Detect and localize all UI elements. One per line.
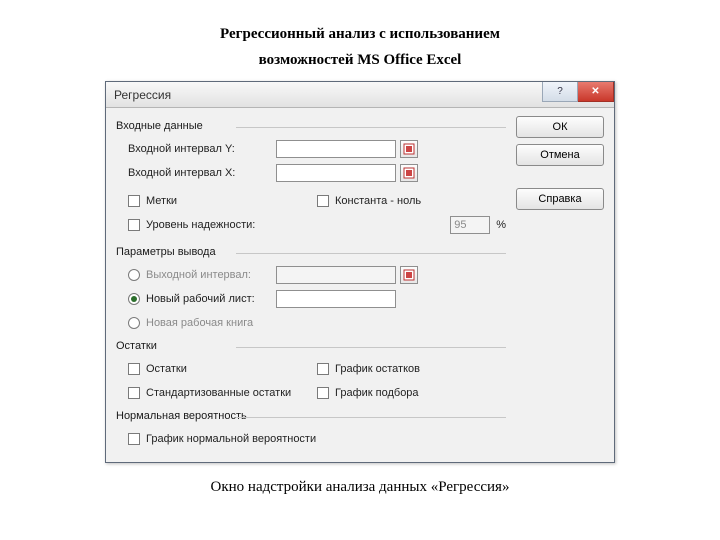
y-range-input[interactable] xyxy=(276,140,396,158)
close-icon[interactable]: ✕ xyxy=(578,82,614,102)
const-zero-checkbox[interactable] xyxy=(317,195,329,207)
output-range-radio[interactable] xyxy=(128,269,140,281)
group-input-header: Входные данные xyxy=(116,120,506,132)
output-range-label: Выходной интервал: xyxy=(146,269,251,281)
residuals-label: Остатки xyxy=(146,363,187,375)
confidence-checkbox[interactable] xyxy=(128,219,140,231)
percent-label: % xyxy=(496,219,506,231)
new-book-label: Новая рабочая книга xyxy=(146,317,253,329)
refedit-icon[interactable] xyxy=(400,164,418,182)
residuals-checkbox[interactable] xyxy=(128,363,140,375)
group-output-header: Параметры вывода xyxy=(116,246,506,258)
new-sheet-radio[interactable] xyxy=(128,293,140,305)
help-button[interactable]: Справка xyxy=(516,188,604,210)
regression-dialog: Регрессия ? ✕ Входные данные Входной инт… xyxy=(105,81,615,463)
refedit-icon[interactable] xyxy=(400,140,418,158)
new-book-radio[interactable] xyxy=(128,317,140,329)
titlebar-controls: ? ✕ xyxy=(542,82,614,107)
refedit-icon[interactable] xyxy=(400,266,418,284)
const-zero-label: Константа - ноль xyxy=(335,195,421,207)
y-range-label: Входной интервал Y: xyxy=(116,143,276,155)
normal-plot-checkbox[interactable] xyxy=(128,433,140,445)
page-title-line2: возможностей MS Office Excel xyxy=(0,48,720,74)
figure-caption: Окно надстройки анализа данных «Регресси… xyxy=(0,479,720,496)
group-residuals-header: Остатки xyxy=(116,340,506,352)
std-residuals-label: Стандартизованные остатки xyxy=(146,387,291,399)
residuals-plot-label: График остатков xyxy=(335,363,420,375)
output-range-input[interactable] xyxy=(276,266,396,284)
ok-button[interactable]: ОК xyxy=(516,116,604,138)
confidence-input[interactable] xyxy=(450,216,490,234)
residuals-plot-checkbox[interactable] xyxy=(317,363,329,375)
page-title-line1: Регрессионный анализ с использованием xyxy=(0,22,720,48)
x-range-label: Входной интервал X: xyxy=(116,167,276,179)
fit-plot-label: График подбора xyxy=(335,387,419,399)
labels-checkbox-label: Метки xyxy=(146,195,177,207)
titlebar: Регрессия ? ✕ xyxy=(106,82,614,108)
labels-checkbox[interactable] xyxy=(128,195,140,207)
new-sheet-label: Новый рабочий лист: xyxy=(146,293,255,305)
x-range-input[interactable] xyxy=(276,164,396,182)
normal-plot-label: График нормальной вероятности xyxy=(146,433,316,445)
std-residuals-checkbox[interactable] xyxy=(128,387,140,399)
fit-plot-checkbox[interactable] xyxy=(317,387,329,399)
new-sheet-input[interactable] xyxy=(276,290,396,308)
page-title: Регрессионный анализ с использованием во… xyxy=(0,0,720,73)
confidence-label: Уровень надежности: xyxy=(146,219,255,231)
group-normal-header: Нормальная вероятность xyxy=(116,410,506,422)
help-icon[interactable]: ? xyxy=(542,82,578,102)
dialog-title: Регрессия xyxy=(114,88,171,102)
cancel-button[interactable]: Отмена xyxy=(516,144,604,166)
